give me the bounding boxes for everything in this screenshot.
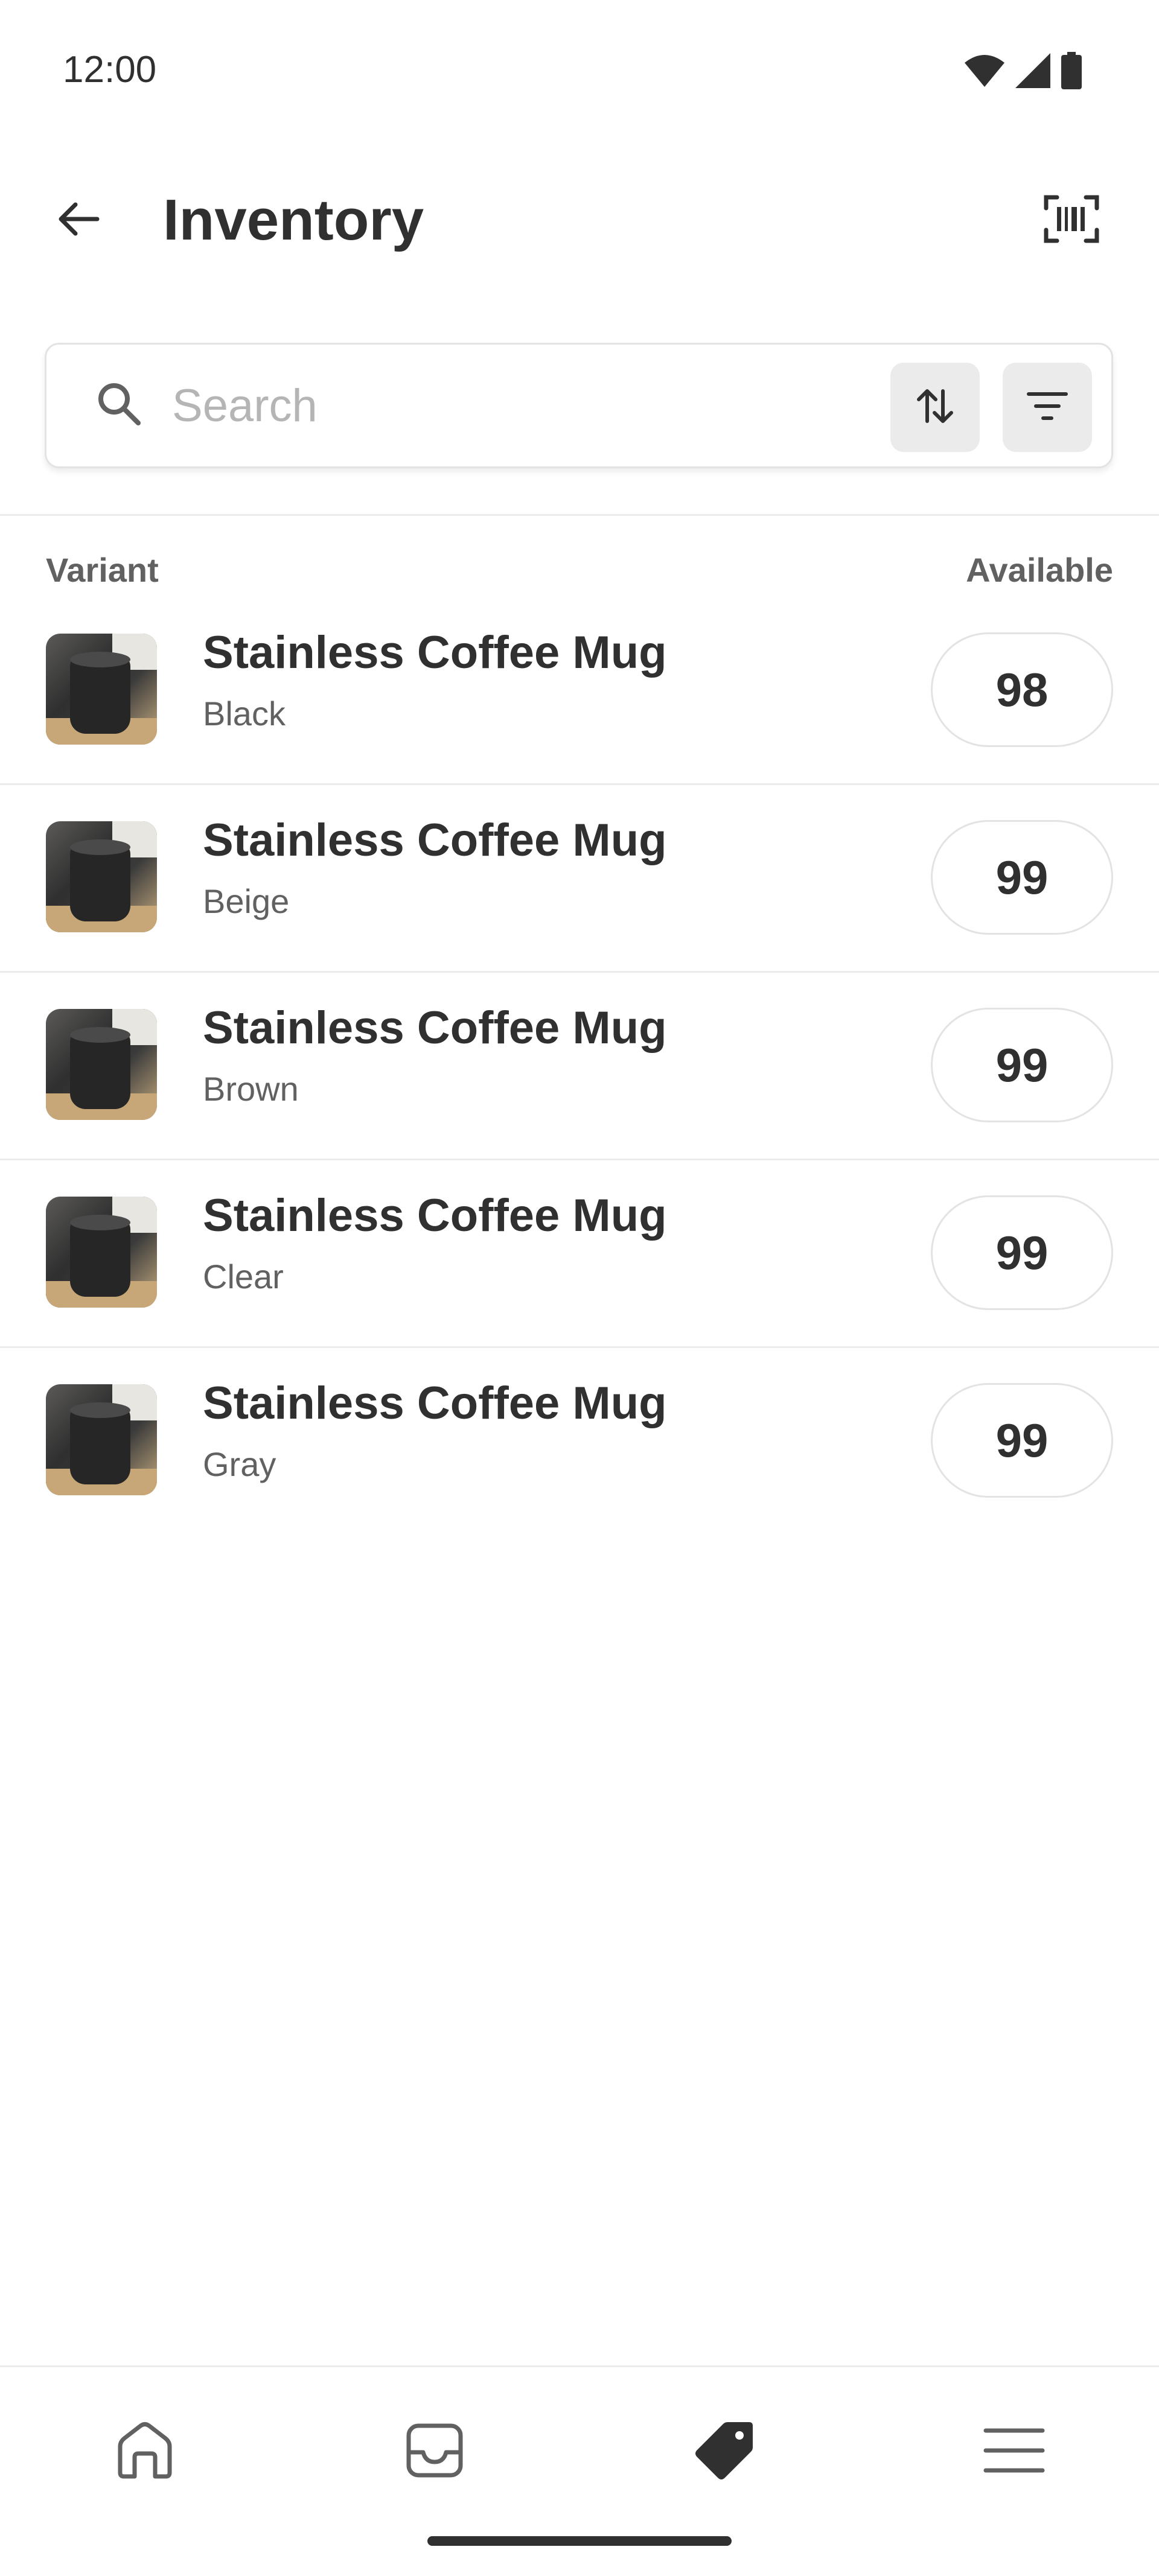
- search-bar: [45, 343, 1113, 468]
- table-row[interactable]: Stainless Coffee Mug Clear 99: [0, 1160, 1159, 1348]
- variant-name: Gray: [203, 1445, 276, 1483]
- variant-name: Brown: [203, 1070, 299, 1108]
- back-button[interactable]: [48, 190, 109, 250]
- product-title: Stainless Coffee Mug: [203, 815, 667, 866]
- product-title: Stainless Coffee Mug: [203, 1002, 667, 1054]
- status-bar: 12:00: [0, 0, 1159, 139]
- variant-name: Black: [203, 695, 286, 733]
- scan-barcode-button[interactable]: [1038, 187, 1105, 253]
- arrow-left-icon: [57, 201, 100, 240]
- column-header-available: Available: [966, 551, 1113, 589]
- table-row[interactable]: Stainless Coffee Mug Black 98: [0, 597, 1159, 785]
- nav-home[interactable]: [103, 2409, 187, 2494]
- product-title: Stainless Coffee Mug: [203, 1190, 667, 1241]
- product-thumbnail: [46, 1384, 157, 1495]
- inventory-list: Stainless Coffee Mug Black 98 Stainless …: [0, 597, 1159, 1536]
- page-title: Inventory: [163, 188, 424, 252]
- wifi-icon: [965, 54, 1004, 90]
- available-quantity[interactable]: 99: [931, 820, 1113, 935]
- table-row[interactable]: Stainless Coffee Mug Beige 99: [0, 785, 1159, 973]
- table-header: Variant Available: [0, 543, 1159, 597]
- product-thumbnail: [46, 634, 157, 745]
- available-quantity[interactable]: 99: [931, 1383, 1113, 1498]
- nav-inbox[interactable]: [392, 2409, 477, 2494]
- available-quantity[interactable]: 99: [931, 1195, 1113, 1310]
- search-input[interactable]: [171, 369, 898, 442]
- filter-button[interactable]: [1003, 363, 1092, 452]
- status-icons: [965, 52, 1082, 92]
- table-row[interactable]: Stainless Coffee Mug Gray 99: [0, 1348, 1159, 1536]
- available-quantity[interactable]: 98: [931, 632, 1113, 747]
- column-header-variant: Variant: [46, 551, 159, 589]
- menu-icon: [981, 2417, 1047, 2487]
- battery-icon: [1061, 52, 1082, 92]
- barcode-scan-icon: [1044, 195, 1099, 246]
- product-thumbnail: [46, 1197, 157, 1308]
- product-thumbnail: [46, 1009, 157, 1120]
- nav-menu[interactable]: [972, 2409, 1056, 2494]
- signal-icon: [1015, 53, 1050, 91]
- variant-name: Clear: [203, 1258, 284, 1296]
- product-thumbnail: [46, 821, 157, 932]
- available-quantity[interactable]: 99: [931, 1008, 1113, 1122]
- variant-name: Beige: [203, 882, 290, 920]
- bottom-navigation: [0, 2365, 1159, 2576]
- product-title: Stainless Coffee Mug: [203, 627, 667, 678]
- sort-button[interactable]: [890, 363, 980, 452]
- search-icon: [95, 380, 143, 428]
- home-icon: [112, 2417, 178, 2487]
- product-title: Stainless Coffee Mug: [203, 1378, 667, 1429]
- inbox-icon: [401, 2417, 468, 2487]
- sort-arrows-icon: [914, 385, 956, 430]
- tag-icon: [691, 2417, 758, 2487]
- table-row[interactable]: Stainless Coffee Mug Brown 99: [0, 973, 1159, 1160]
- status-time: 12:00: [63, 49, 157, 91]
- app-bar: Inventory: [0, 139, 1159, 302]
- filter-lines-icon: [1026, 389, 1068, 426]
- nav-products[interactable]: [682, 2409, 767, 2494]
- divider: [0, 514, 1159, 516]
- home-indicator[interactable]: [427, 2536, 732, 2546]
